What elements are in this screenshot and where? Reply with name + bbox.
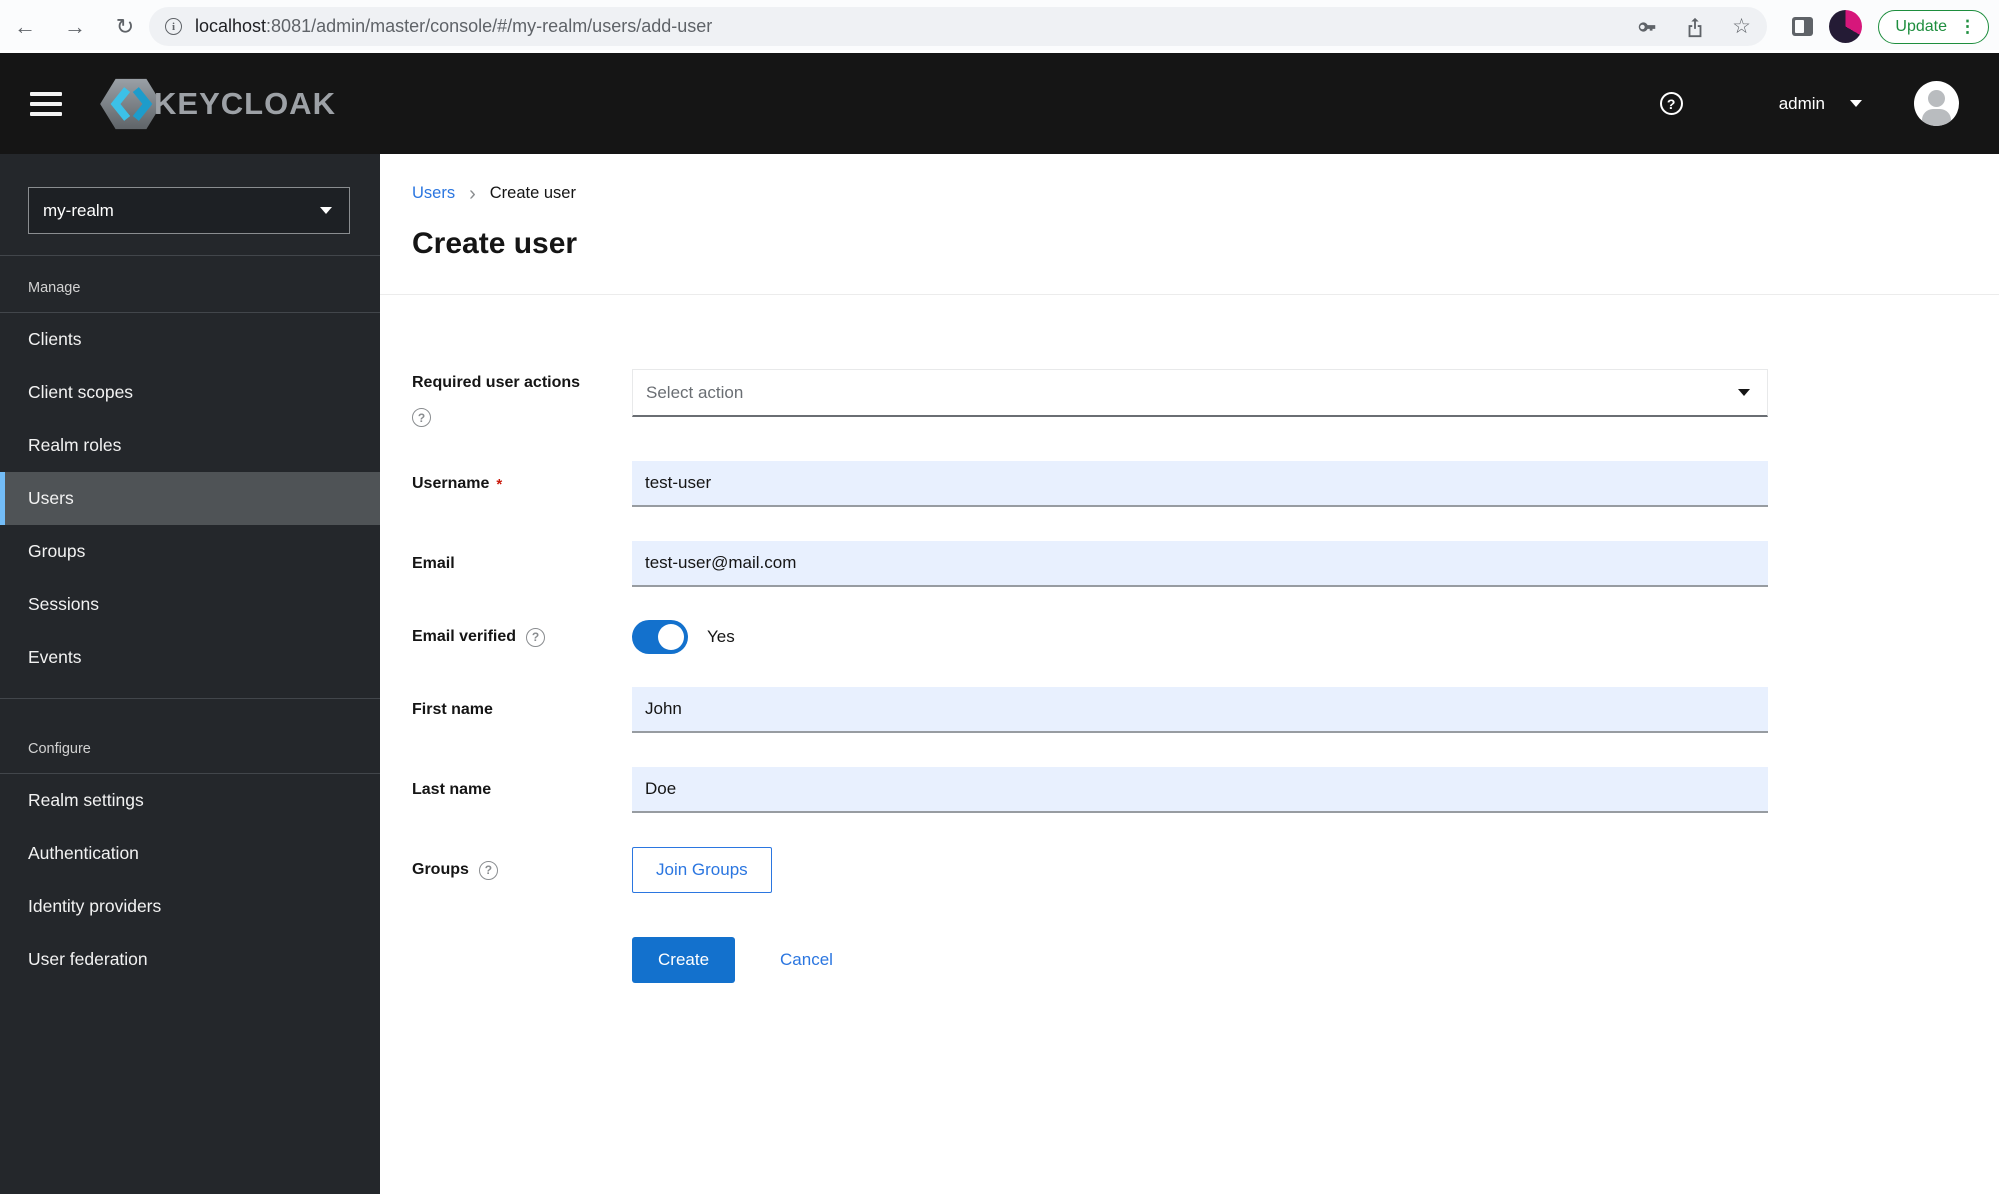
divider: [380, 294, 1999, 295]
sidebar-item-users[interactable]: Users: [0, 472, 380, 525]
url-text[interactable]: localhost:8081/admin/master/console/#/my…: [195, 16, 1636, 37]
browser-profile-avatar[interactable]: [1829, 10, 1863, 43]
back-icon[interactable]: ←: [12, 14, 38, 40]
help-icon[interactable]: ?: [526, 627, 546, 647]
chrome-update-button[interactable]: Update ⋮: [1878, 9, 1989, 44]
keycloak-logo[interactable]: KEYCLOAK: [100, 77, 336, 131]
sidebar-item-clients[interactable]: Clients: [0, 313, 380, 366]
sidebar-item-client-scopes[interactable]: Client scopes: [0, 366, 380, 419]
sidebar-item-realm-roles[interactable]: Realm roles: [0, 419, 380, 472]
chevron-down-icon: [1738, 389, 1750, 396]
email-verified-label: Email verified ?: [412, 627, 632, 647]
share-icon[interactable]: [1684, 16, 1706, 38]
sidebar-item-realm-settings[interactable]: Realm settings: [0, 774, 380, 827]
section-label-manage: Manage: [0, 256, 380, 313]
keycloak-logo-icon: [100, 78, 162, 129]
address-bar[interactable]: i localhost:8081/admin/master/console/#/…: [149, 7, 1767, 46]
sidebar-item-events[interactable]: Events: [0, 631, 380, 684]
side-panel-icon[interactable]: [1792, 17, 1814, 36]
required-asterisk: *: [496, 475, 503, 493]
username-field[interactable]: [632, 461, 1768, 507]
sidebar-item-sessions[interactable]: Sessions: [0, 578, 380, 631]
sidebar-item-identity-providers[interactable]: Identity providers: [0, 880, 380, 933]
first-name-label: First name: [412, 701, 493, 718]
sidebar-item-user-federation[interactable]: User federation: [0, 933, 380, 986]
page-title: Create user: [412, 227, 578, 260]
toggle-state-label: Yes: [707, 627, 735, 646]
site-info-icon[interactable]: i: [165, 18, 182, 35]
help-icon[interactable]: ?: [478, 860, 498, 880]
browser-menu-icon[interactable]: ⋮: [1959, 17, 1976, 37]
breadcrumb-users-link[interactable]: Users: [412, 184, 455, 203]
create-user-form: Required user actions ? Select action Us…: [412, 359, 1999, 983]
chevron-down-icon: [1850, 100, 1862, 107]
brand-text: KEYCLOAK: [154, 85, 336, 121]
groups-label: Groups ?: [412, 860, 632, 880]
chevron-down-icon: [320, 207, 332, 214]
main-content: Users › Create user Create user Required…: [380, 154, 1999, 1194]
help-icon[interactable]: ?: [412, 408, 431, 427]
url-host: localhost: [195, 16, 267, 36]
last-name-field[interactable]: [632, 767, 1768, 813]
sidebar-item-groups[interactable]: Groups: [0, 525, 380, 578]
username-label: admin: [1778, 93, 1825, 113]
join-groups-button[interactable]: Join Groups: [632, 847, 772, 893]
bookmark-star-icon[interactable]: ☆: [1732, 14, 1751, 39]
required-user-actions-select[interactable]: Select action: [632, 369, 1768, 417]
url-path: :8081/admin/master/console/#/my-realm/us…: [266, 16, 713, 36]
breadcrumb: Users › Create user: [412, 182, 1999, 205]
email-field[interactable]: [632, 541, 1768, 587]
cancel-button[interactable]: Cancel: [780, 950, 833, 970]
email-verified-toggle[interactable]: [632, 620, 688, 654]
update-label: Update: [1895, 17, 1947, 35]
toggle-knob: [658, 624, 684, 650]
last-name-label: Last name: [412, 781, 492, 798]
username-label: Username *: [412, 475, 503, 493]
screen: ← → ↻ i localhost:8081/admin/master/cons…: [0, 0, 1999, 1197]
user-dropdown[interactable]: admin: [1779, 94, 1862, 114]
email-label: Email: [412, 555, 455, 572]
select-placeholder: Select action: [646, 382, 744, 402]
required-user-actions-label: Required user actions: [412, 374, 581, 391]
browser-toolbar: ← → ↻ i localhost:8081/admin/master/cons…: [0, 0, 1999, 53]
masthead: KEYCLOAK ? admin: [0, 53, 1999, 154]
create-button[interactable]: Create: [632, 937, 736, 983]
nav-toggle-icon[interactable]: [30, 91, 62, 116]
sidebar: my-realm Manage Clients Client scopes Re…: [0, 154, 380, 1194]
sidebar-item-authentication[interactable]: Authentication: [0, 827, 380, 880]
breadcrumb-current: Create user: [489, 184, 576, 202]
realm-selector[interactable]: my-realm: [28, 187, 350, 234]
password-key-icon[interactable]: [1636, 16, 1658, 38]
forward-icon[interactable]: →: [62, 14, 88, 40]
user-avatar[interactable]: [1914, 81, 1959, 126]
realm-name: my-realm: [43, 200, 114, 220]
section-label-configure: Configure: [0, 699, 380, 774]
breadcrumb-chevron-icon: ›: [469, 182, 476, 205]
first-name-field[interactable]: [632, 687, 1768, 733]
help-icon[interactable]: ?: [1659, 92, 1683, 115]
reload-icon[interactable]: ↻: [112, 14, 138, 40]
